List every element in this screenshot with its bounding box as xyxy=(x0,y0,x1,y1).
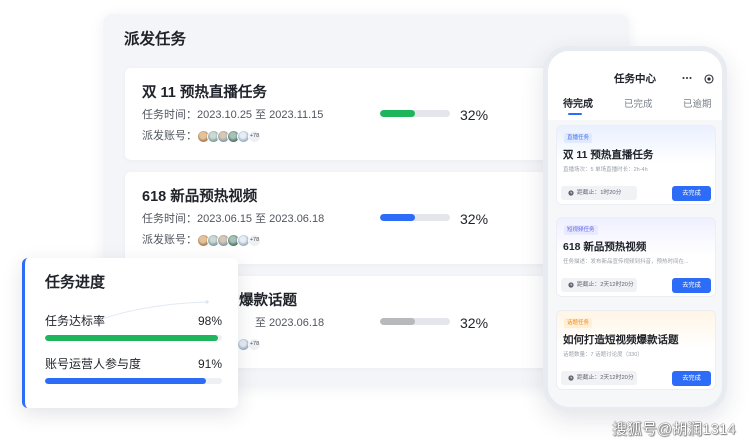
metric-progress-fill xyxy=(45,378,207,384)
task-progress-bar xyxy=(380,110,450,117)
metric-value: 91% xyxy=(197,357,222,371)
phone-task-desc: 话题数量：7 话题讨论度（330） xyxy=(563,352,643,358)
page-canvas: 派发任务 双 11 预热直播任务 任务时间：2023.10.25 至 2023.… xyxy=(0,0,750,445)
phone-task-desc: 直播场次：5 单场直播时长：2h-4h xyxy=(563,167,648,173)
phone-task-title: 618 新品预热视频 xyxy=(563,241,647,253)
phone-task-desc: 任务描述：发布新品宣传视频到抖音，预热时间在... xyxy=(563,259,689,265)
task-progress-bar xyxy=(380,318,450,325)
deadline-text: 距截止：2天12时20分 xyxy=(577,282,634,288)
task-card[interactable]: 618 新品预热视频 任务时间：2023.06.15 至 2023.06.18 … xyxy=(125,172,609,264)
task-type-tag: 短视频任务 xyxy=(564,225,598,235)
clock-icon xyxy=(568,282,574,288)
phone-task-card[interactable]: 直播任务 双 11 预热直播任务 直播场次：5 单场直播时长：2h-4h 距截止… xyxy=(556,125,716,205)
assigned-accounts: 派发账号： +78 xyxy=(142,129,261,143)
task-progress-fill xyxy=(380,110,415,117)
assigned-accounts-label: 派发账号： xyxy=(142,234,197,246)
task-progress-fill xyxy=(380,318,415,325)
task-time-range: 至 2023.06.18 xyxy=(255,317,325,329)
clock-icon xyxy=(568,190,574,196)
task-title: 爆款话题 xyxy=(239,293,297,309)
complete-task-button[interactable]: 去完成 xyxy=(672,278,711,293)
task-type-tag: 直播任务 xyxy=(564,133,593,143)
more-icon[interactable] xyxy=(682,76,692,80)
task-time-range: 任务时间：2023.10.25 至 2023.11.15 xyxy=(142,109,324,121)
deadline-badge: 距截止：1时20分 xyxy=(561,186,637,200)
target-icon[interactable] xyxy=(704,74,714,84)
phone-task-title: 双 11 预热直播任务 xyxy=(563,149,654,161)
tab-pending[interactable]: 待完成 xyxy=(563,99,593,111)
phone-task-card[interactable]: 短视频任务 618 新品预热视频 任务描述：发布新品宣传视频到抖音，预热时间在.… xyxy=(556,217,716,297)
phone-task-title: 如何打造短视频爆款话题 xyxy=(563,334,679,346)
task-progress-bar xyxy=(380,214,450,221)
more-accounts-badge[interactable]: +78 xyxy=(248,337,261,351)
metric-value: 98% xyxy=(197,314,222,328)
phone-task-card[interactable]: 话题任务 如何打造短视频爆款话题 话题数量：7 话题讨论度（330） 距截止：2… xyxy=(556,310,716,390)
avatar-group[interactable]: +78 xyxy=(197,233,261,247)
task-progress-fill xyxy=(380,214,415,221)
more-accounts-badge[interactable]: +78 xyxy=(248,129,261,143)
deadline-badge: 距截止：2天12时20分 xyxy=(561,371,637,385)
panel-title: 派发任务 xyxy=(124,31,187,48)
metric-label: 账号运营人参与度 xyxy=(45,357,142,371)
active-tab-indicator xyxy=(568,113,582,115)
progress-panel-title: 任务进度 xyxy=(45,274,106,291)
complete-task-button[interactable]: 去完成 xyxy=(672,186,711,201)
task-progress-percent: 32% xyxy=(460,211,489,227)
assigned-accounts: 派发账号： +78 xyxy=(142,233,261,247)
metric-progress-bar xyxy=(45,378,222,384)
task-progress-percent: 32% xyxy=(460,107,489,123)
task-progress-panel: 任务进度 任务达标率 98% 账号运营人参与度 91% xyxy=(22,258,238,408)
deadline-badge: 距截止：2天12时20分 xyxy=(561,278,637,292)
complete-task-button[interactable]: 去完成 xyxy=(672,371,711,386)
metric-label: 任务达标率 xyxy=(45,314,106,328)
assigned-accounts-label: 派发账号： xyxy=(142,130,197,142)
phone-mockup: 任务中心 待完成 已完成 已逾期 直播任务 双 11 预热直播任务 直播场次：5… xyxy=(543,46,727,412)
clock-icon xyxy=(568,375,574,381)
tab-overdue[interactable]: 已逾期 xyxy=(683,99,712,111)
avatar-group[interactable]: +78 xyxy=(197,129,261,143)
task-time-range: 任务时间：2023.06.15 至 2023.06.18 xyxy=(142,213,325,225)
task-progress-percent: 32% xyxy=(460,315,489,331)
deadline-text: 距截止：2天12时20分 xyxy=(577,375,634,381)
task-type-tag: 话题任务 xyxy=(564,318,593,328)
metric-progress-fill xyxy=(45,335,219,341)
deadline-text: 距截止：1时20分 xyxy=(577,190,622,196)
phone-page-title: 任务中心 xyxy=(614,73,656,85)
task-title: 618 新品预热视频 xyxy=(142,189,258,205)
more-accounts-badge[interactable]: +78 xyxy=(248,233,261,247)
tab-completed[interactable]: 已完成 xyxy=(624,99,653,111)
task-card[interactable]: 双 11 预热直播任务 任务时间：2023.10.25 至 2023.11.15… xyxy=(125,68,609,160)
task-title: 双 11 预热直播任务 xyxy=(142,85,267,101)
metric-progress-bar xyxy=(45,335,222,341)
watermark: 搜狐号@胡润1314 xyxy=(612,421,736,438)
